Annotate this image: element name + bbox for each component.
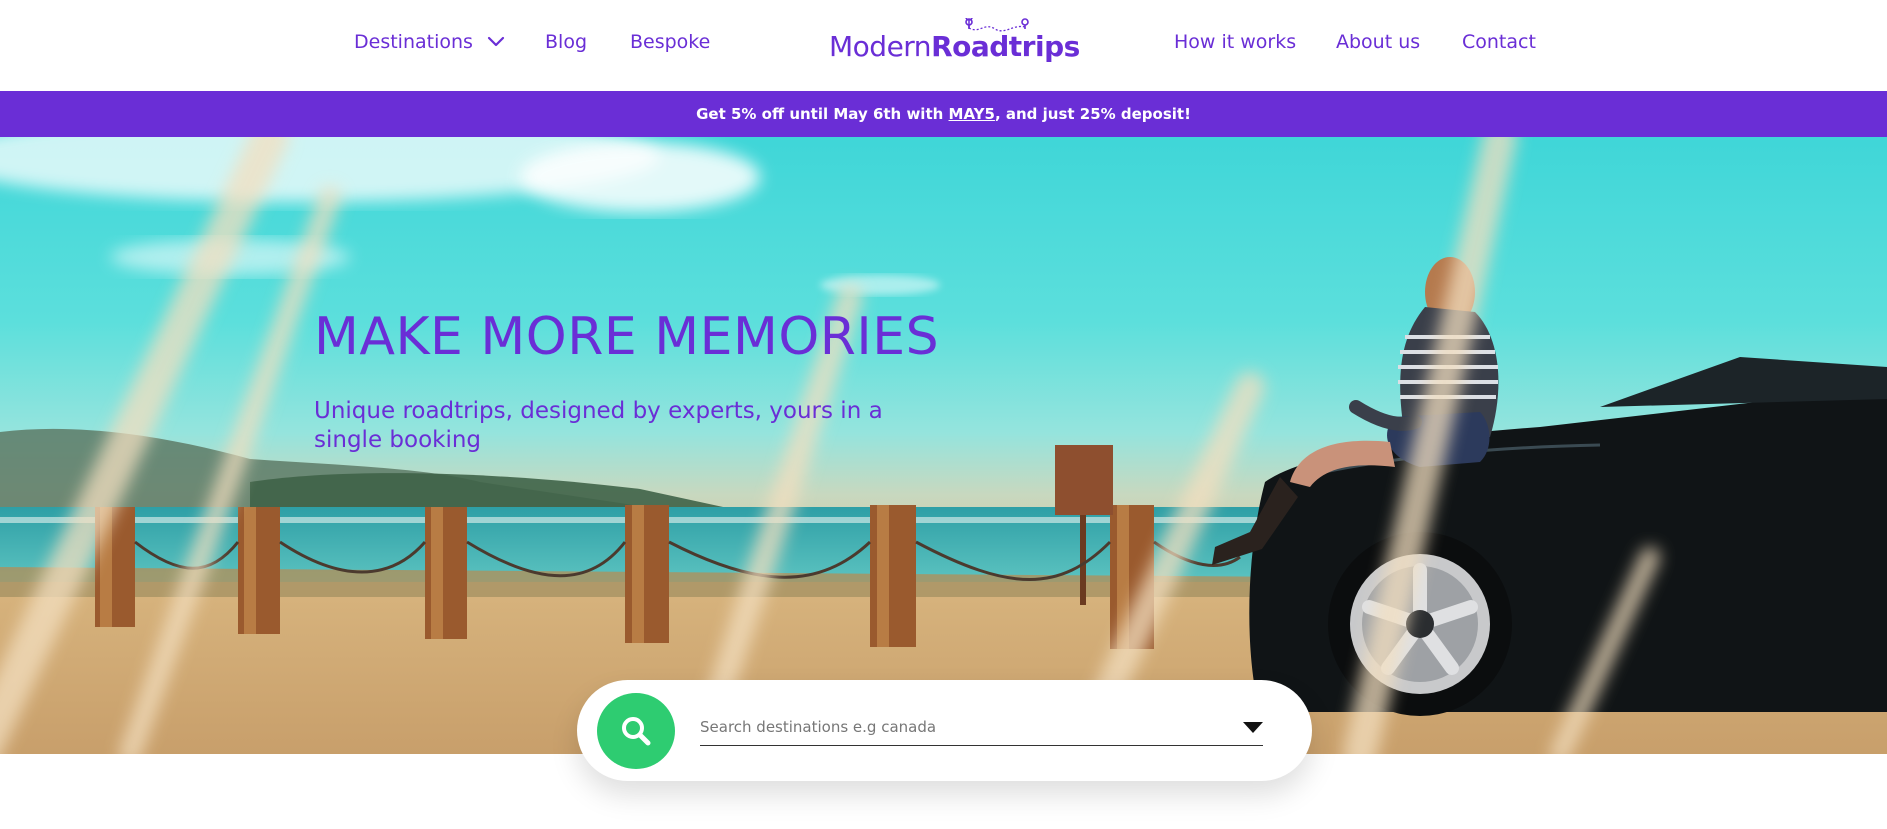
hero-title: MAKE MORE MEMORIES bbox=[314, 307, 940, 367]
logo-text: ModernRoadtrips bbox=[829, 30, 1080, 63]
promo-banner: Get 5% off until May 6th with MAY5, and … bbox=[0, 91, 1887, 137]
search-button[interactable] bbox=[597, 693, 675, 769]
nav-destinations[interactable]: Destinations bbox=[354, 31, 505, 53]
promo-code[interactable]: MAY5 bbox=[949, 105, 995, 123]
hero-background-image bbox=[0, 137, 1887, 754]
hero-subtitle: Unique roadtrips, designed by experts, y… bbox=[314, 398, 883, 453]
nav-destinations-label: Destinations bbox=[354, 31, 473, 53]
caret-down-icon[interactable] bbox=[1243, 722, 1263, 734]
destination-search-box bbox=[577, 680, 1312, 781]
nav-bespoke[interactable]: Bespoke bbox=[630, 31, 710, 53]
logo-text-light: Modern bbox=[829, 30, 932, 63]
nav-how-it-works[interactable]: How it works bbox=[1174, 31, 1296, 53]
promo-text-before: Get 5% off until May 6th with bbox=[696, 105, 949, 123]
chevron-down-icon bbox=[487, 36, 505, 47]
hero-section: MAKE MORE MEMORIES Unique roadtrips, des… bbox=[0, 137, 1887, 754]
nav-about-us[interactable]: About us bbox=[1336, 31, 1420, 53]
nav-blog[interactable]: Blog bbox=[545, 31, 587, 53]
site-header: Destinations Blog Bespoke ModernRoadtrip… bbox=[0, 0, 1887, 91]
search-icon bbox=[622, 717, 651, 746]
logo[interactable]: ModernRoadtrips bbox=[829, 18, 1080, 64]
nav-contact[interactable]: Contact bbox=[1462, 31, 1536, 53]
promo-text-after: , and just 25% deposit! bbox=[994, 105, 1191, 123]
logo-text-bold: Roadtrips bbox=[931, 30, 1080, 63]
search-input[interactable] bbox=[700, 710, 1220, 744]
search-field bbox=[700, 710, 1263, 746]
